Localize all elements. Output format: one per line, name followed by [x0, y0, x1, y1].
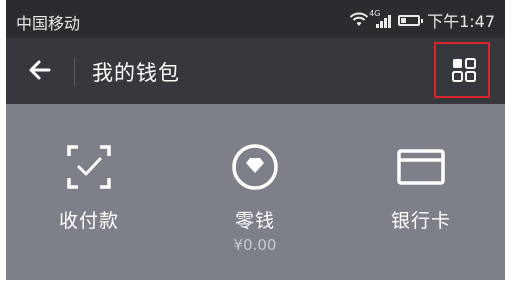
change-balance: ¥0.00: [233, 236, 277, 254]
battery-icon: [398, 14, 424, 26]
grid-menu-icon: [452, 58, 476, 82]
wallet-panel: 收付款 零钱 ¥0.00 银行卡: [6, 104, 505, 280]
clock: 下午1:47: [427, 12, 495, 31]
wallet-item-label: 收付款: [58, 210, 119, 232]
status-icons: 4G 下午1:47: [349, 8, 495, 32]
menu-button[interactable]: [434, 42, 490, 98]
nav-divider: [74, 58, 75, 86]
wallet-item-bankcard[interactable]: 银行卡: [338, 104, 504, 280]
network-type: 4G: [369, 9, 381, 18]
app-frame: 中国移动 4G 下午1:47 我的钱包 收付款 零钱 ¥0.00 银行卡: [6, 0, 505, 280]
wallet-item-label: 零钱: [234, 210, 275, 232]
wallet-item-label: 银行卡: [390, 210, 451, 232]
scan-pay-icon: [67, 145, 111, 189]
wallet-item-change[interactable]: 零钱 ¥0.00: [172, 104, 338, 280]
page-title: 我的钱包: [92, 61, 180, 85]
change-coin-icon: [232, 144, 278, 190]
carrier-name: 中国移动: [16, 14, 81, 33]
back-arrow-icon[interactable]: [26, 56, 54, 84]
signal-icon: 4G: [369, 9, 392, 28]
bank-card-icon: [397, 149, 445, 185]
nav-bar: 我的钱包: [6, 38, 505, 104]
wifi-icon: [349, 12, 369, 26]
status-bar: 中国移动 4G 下午1:47: [6, 0, 505, 38]
wallet-item-pay[interactable]: 收付款: [6, 104, 172, 280]
